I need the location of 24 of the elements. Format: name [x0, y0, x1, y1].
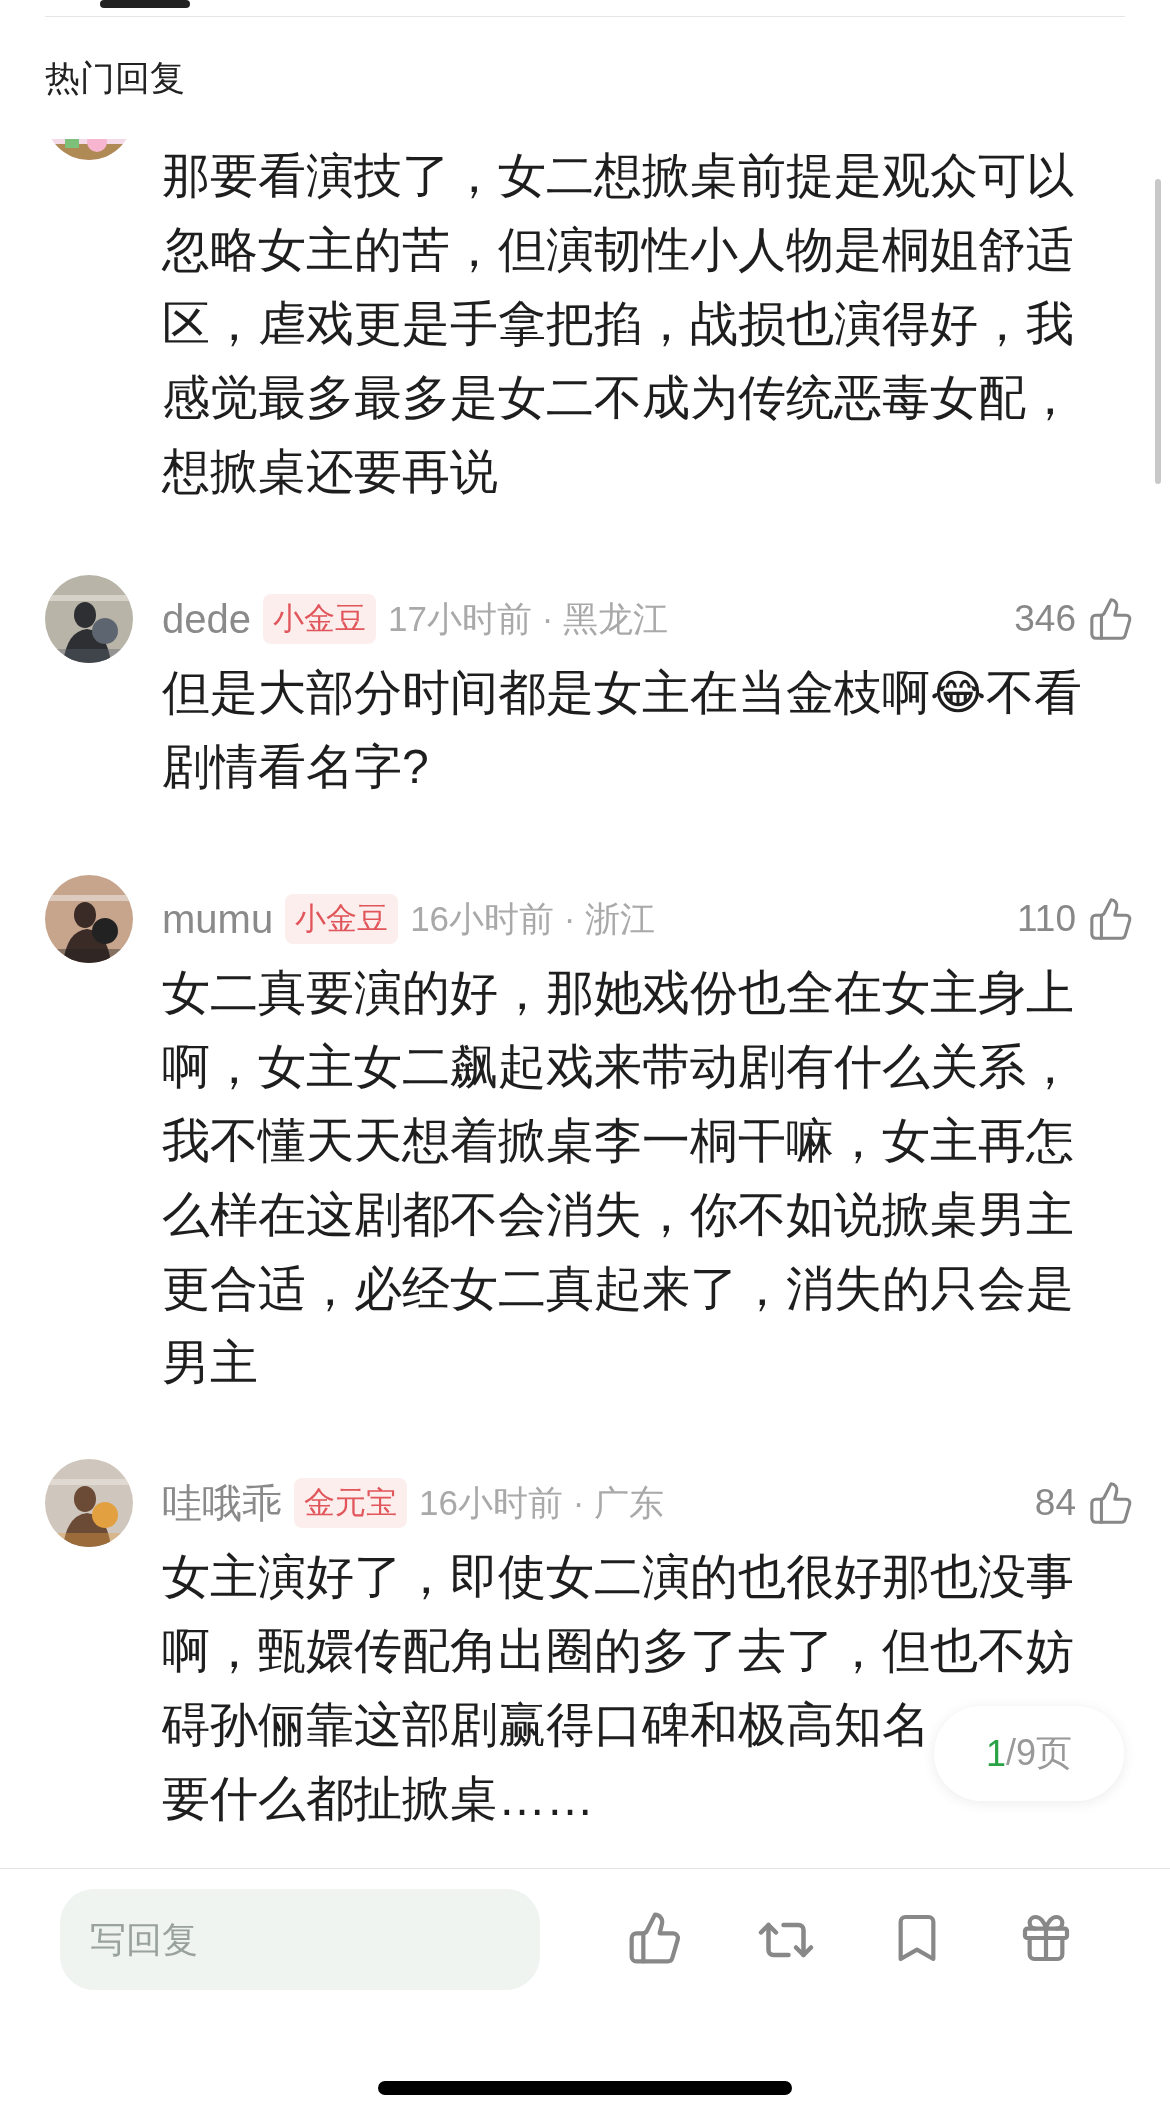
section-title: 热门回复	[44, 56, 186, 99]
comment-time: 17小时前 · 黑龙江	[388, 597, 669, 640]
level-badge: 小金豆	[263, 594, 376, 644]
like-count: 84	[1034, 1482, 1076, 1524]
comment-text: 那要看演技了，女二想掀桌前提是观众可以忽略女主的苦，但演韧性小人物是桐姐舒适区，虐戏更是手拿把掐，战损也演得好，我感觉最多最多是女二不成为传统恶毒女配，想掀桌还要再说	[162, 148, 1075, 500]
comment-text: 但是大部分时间都是女主在当金枝啊😂不看剧情看名字?	[162, 665, 1084, 795]
comment-time: 16小时前 · 浙江	[410, 897, 656, 940]
user-name[interactable]: 哇哦乖	[162, 1475, 282, 1531]
thumbs-up-icon[interactable]	[1088, 896, 1134, 942]
comment-text: 女二真要演的好，那她戏份也全在女主身上啊，女主女二飙起戏来带动剧有什么关系，我不懂天天想着掀桌李一桐干嘛，女主再怎么样在这剧都不会消失，你不如说掀桌男主更合适，必经女二真起来了，消失的只会是男主	[162, 965, 1075, 1391]
like-count: 110	[1017, 898, 1076, 940]
comment-text: 要什么都扯掀桌……	[162, 1771, 594, 1827]
user-name[interactable]: mumu	[162, 896, 274, 942]
comment-time: 16小时前 · 广东	[419, 1481, 665, 1524]
page-indicator[interactable]: 1/9页	[934, 1706, 1124, 1801]
reply-field[interactable]: 写回复	[60, 1889, 540, 1990]
level-badge: 金元宝	[294, 1478, 407, 1528]
level-badge: 小金豆	[285, 894, 399, 944]
thumbs-up-icon[interactable]	[1088, 596, 1134, 642]
user-name[interactable]: dede	[162, 596, 251, 642]
comment-text: 碍孙俪靠这部剧赢得口碑和极高知名	[162, 1697, 930, 1753]
thumbs-up-icon[interactable]	[1088, 1480, 1134, 1526]
comment-text: 女主演好了，即使女二演的也很好那也没事啊，甄嬛传配角出圈的多了去了，但也不妨	[162, 1549, 1075, 1679]
like-count: 346	[1014, 598, 1076, 640]
